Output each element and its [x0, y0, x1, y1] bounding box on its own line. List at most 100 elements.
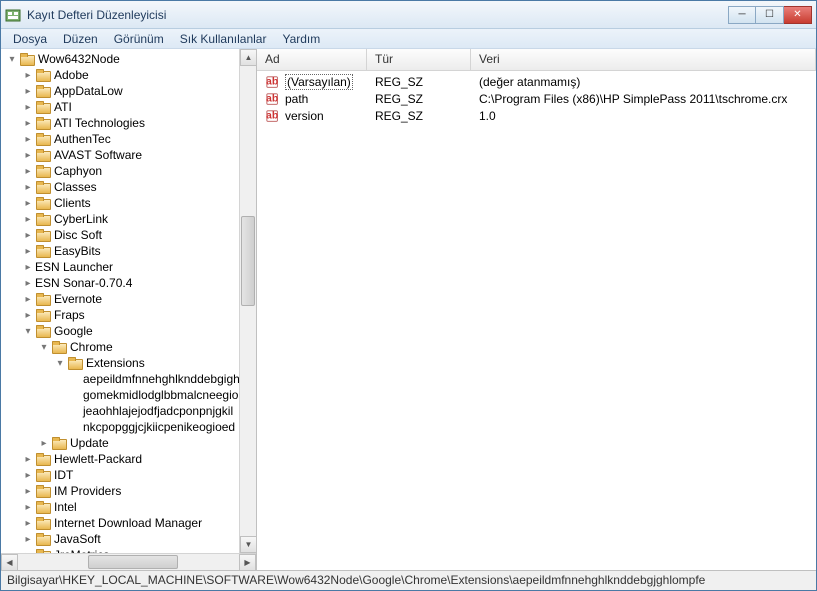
scroll-track-h[interactable] — [18, 554, 239, 570]
tree-node-fraps[interactable]: ▸Fraps — [5, 307, 256, 323]
value-row[interactable]: abversionREG_SZ1.0 — [257, 107, 816, 124]
tree-node-ext-aepeildm[interactable]: ▸aepeildmfnnehghlknddebgigh — [5, 371, 256, 387]
tree-node-cyberlink[interactable]: ▸ CyberLink — [5, 211, 256, 227]
titlebar[interactable]: Kayıt Defteri Düzenleyicisi ─ ☐ ✕ — [1, 1, 816, 29]
expand-icon[interactable]: ▸ — [21, 70, 35, 81]
expand-icon[interactable]: ▸ — [37, 438, 51, 449]
tree-node-avast-software[interactable]: ▸AVAST Software — [5, 147, 256, 163]
folder-icon — [67, 356, 83, 370]
tree-node-adobe[interactable]: ▸Adobe — [5, 67, 256, 83]
value-name-cell: abversion — [257, 108, 367, 124]
expand-icon[interactable]: ▸ — [21, 470, 35, 481]
expand-icon[interactable]: ▸ — [21, 214, 35, 225]
expand-icon[interactable]: ▸ — [21, 294, 35, 305]
tree-node-caphyon[interactable]: ▸Caphyon — [5, 163, 256, 179]
collapse-icon[interactable]: ▾ — [37, 342, 51, 353]
expand-icon[interactable]: ▸ — [21, 454, 35, 465]
expand-icon[interactable]: ▸ — [21, 502, 35, 513]
scroll-track[interactable] — [240, 66, 256, 536]
tree-label: aepeildmfnnehghlknddebgigh — [83, 372, 240, 386]
tree-node-internet-download-manager[interactable]: ▸ Internet Download Manager — [5, 515, 256, 531]
maximize-button[interactable]: ☐ — [756, 6, 784, 24]
expand-icon[interactable]: ▸ — [21, 182, 35, 193]
value-row[interactable]: abpathREG_SZC:\Program Files (x86)\HP Si… — [257, 90, 816, 107]
tree-node-classes[interactable]: ▸Classes — [5, 179, 256, 195]
tree-node-google[interactable]: ▾Google — [5, 323, 256, 339]
tree-label: IDT — [54, 468, 73, 482]
folder-icon — [35, 100, 51, 114]
tree-node-intel[interactable]: ▸ Intel — [5, 499, 256, 515]
menu-favorites[interactable]: Sık Kullanılanlar — [172, 30, 275, 48]
values-header: Ad Tür Veri — [257, 49, 816, 71]
tree-label: CyberLink — [54, 212, 108, 226]
tree-label: Hewlett-Packard — [54, 452, 142, 466]
tree-node-im-providers[interactable]: ▸IM Providers — [5, 483, 256, 499]
tree-label: Clients — [54, 196, 91, 210]
tree-node-ext-jeaohhla[interactable]: ▸jeaohhlajejodfjadcponpnjgkil — [5, 403, 256, 419]
expand-icon[interactable]: ▸ — [21, 310, 35, 321]
expand-icon[interactable]: ▸ — [21, 102, 35, 113]
tree-node-esn-launcher[interactable]: ▸ESN Launcher — [5, 259, 256, 275]
tree-node-ati-technologies[interactable]: ▸ATI Technologies — [5, 115, 256, 131]
menu-help[interactable]: Yardım — [274, 30, 328, 48]
column-name[interactable]: Ad — [257, 49, 367, 70]
tree-node-hewlett-packard[interactable]: ▸ Hewlett-Packard — [5, 451, 256, 467]
values-list[interactable]: ab(Varsayılan)REG_SZ(değer atanmamış)abp… — [257, 71, 816, 570]
column-data[interactable]: Veri — [471, 49, 816, 70]
tree-node-easybits[interactable]: ▸EasyBits — [5, 243, 256, 259]
value-row[interactable]: ab(Varsayılan)REG_SZ(değer atanmamış) — [257, 73, 816, 90]
svg-text:ab: ab — [266, 92, 278, 104]
tree-node-update[interactable]: ▸Update — [5, 435, 256, 451]
scroll-thumb[interactable] — [241, 216, 255, 306]
tree-node-extensions[interactable]: ▾Extensions — [5, 355, 256, 371]
tree-node-ati[interactable]: ▸ATI — [5, 99, 256, 115]
minimize-button[interactable]: ─ — [728, 6, 756, 24]
tree-node-clients[interactable]: ▸ Clients — [5, 195, 256, 211]
expand-icon[interactable]: ▸ — [21, 278, 35, 289]
expand-icon[interactable]: ▸ — [21, 86, 35, 97]
tree-label: Intel — [54, 500, 77, 514]
expand-icon[interactable]: ▸ — [21, 246, 35, 257]
collapse-icon[interactable]: ▾ — [5, 54, 19, 65]
column-type[interactable]: Tür — [367, 49, 471, 70]
scroll-down-button[interactable]: ▼ — [240, 536, 257, 553]
tree-node-ext-gomekmid[interactable]: ▸gomekmidlodglbbmalcneegio — [5, 387, 256, 403]
expand-icon[interactable]: ▸ — [21, 486, 35, 497]
expand-icon[interactable]: ▸ — [21, 134, 35, 145]
expand-icon[interactable]: ▸ — [21, 166, 35, 177]
collapse-icon[interactable]: ▾ — [53, 358, 67, 369]
tree-node-evernote[interactable]: ▸Evernote — [5, 291, 256, 307]
menu-file[interactable]: Dosya — [5, 30, 55, 48]
tree-node-ext-nkcpopgg[interactable]: ▸nkcpopggjcjkiicpenikeogioed — [5, 419, 256, 435]
expand-icon[interactable]: ▸ — [21, 518, 35, 529]
expand-icon[interactable]: ▸ — [21, 534, 35, 545]
scroll-thumb-h[interactable] — [88, 555, 178, 569]
folder-icon — [35, 532, 51, 546]
tree-node-chrome[interactable]: ▾Chrome — [5, 339, 256, 355]
expand-icon[interactable]: ▸ — [21, 230, 35, 241]
expand-icon[interactable]: ▸ — [21, 262, 35, 273]
menu-view[interactable]: Görünüm — [106, 30, 172, 48]
tree-horizontal-scrollbar[interactable]: ◀ ▶ — [1, 553, 256, 570]
tree-node-idt[interactable]: ▸ IDT — [5, 467, 256, 483]
expand-icon[interactable]: ▸ — [21, 118, 35, 129]
menubar: Dosya Düzen Görünüm Sık Kullanılanlar Ya… — [1, 29, 816, 49]
close-button[interactable]: ✕ — [784, 6, 812, 24]
scroll-up-button[interactable]: ▲ — [240, 49, 257, 66]
tree-view[interactable]: ▾Wow6432Node▸Adobe▸AppDataLow▸ATI▸ATI Te… — [1, 49, 256, 570]
tree-node-disc-soft[interactable]: ▸Disc Soft — [5, 227, 256, 243]
scroll-left-button[interactable]: ◀ — [1, 554, 18, 570]
menu-edit[interactable]: Düzen — [55, 30, 106, 48]
tree-node-root[interactable]: ▾Wow6432Node — [5, 51, 256, 67]
tree-node-authentec[interactable]: ▸AuthenTec — [5, 131, 256, 147]
scroll-right-button[interactable]: ▶ — [239, 554, 256, 570]
tree-node-appdatalow[interactable]: ▸AppDataLow — [5, 83, 256, 99]
tree-panel: ▾Wow6432Node▸Adobe▸AppDataLow▸ATI▸ATI Te… — [1, 49, 257, 570]
tree-node-javasoft[interactable]: ▸JavaSoft — [5, 531, 256, 547]
expand-icon[interactable]: ▸ — [21, 198, 35, 209]
expand-icon[interactable]: ▸ — [21, 150, 35, 161]
tree-vertical-scrollbar[interactable]: ▲ ▼ — [239, 49, 256, 553]
tree-node-esn-sonar-0-70-4[interactable]: ▸ESN Sonar-0.70.4 — [5, 275, 256, 291]
collapse-icon[interactable]: ▾ — [21, 326, 35, 337]
tree-label: Internet Download Manager — [54, 516, 202, 530]
